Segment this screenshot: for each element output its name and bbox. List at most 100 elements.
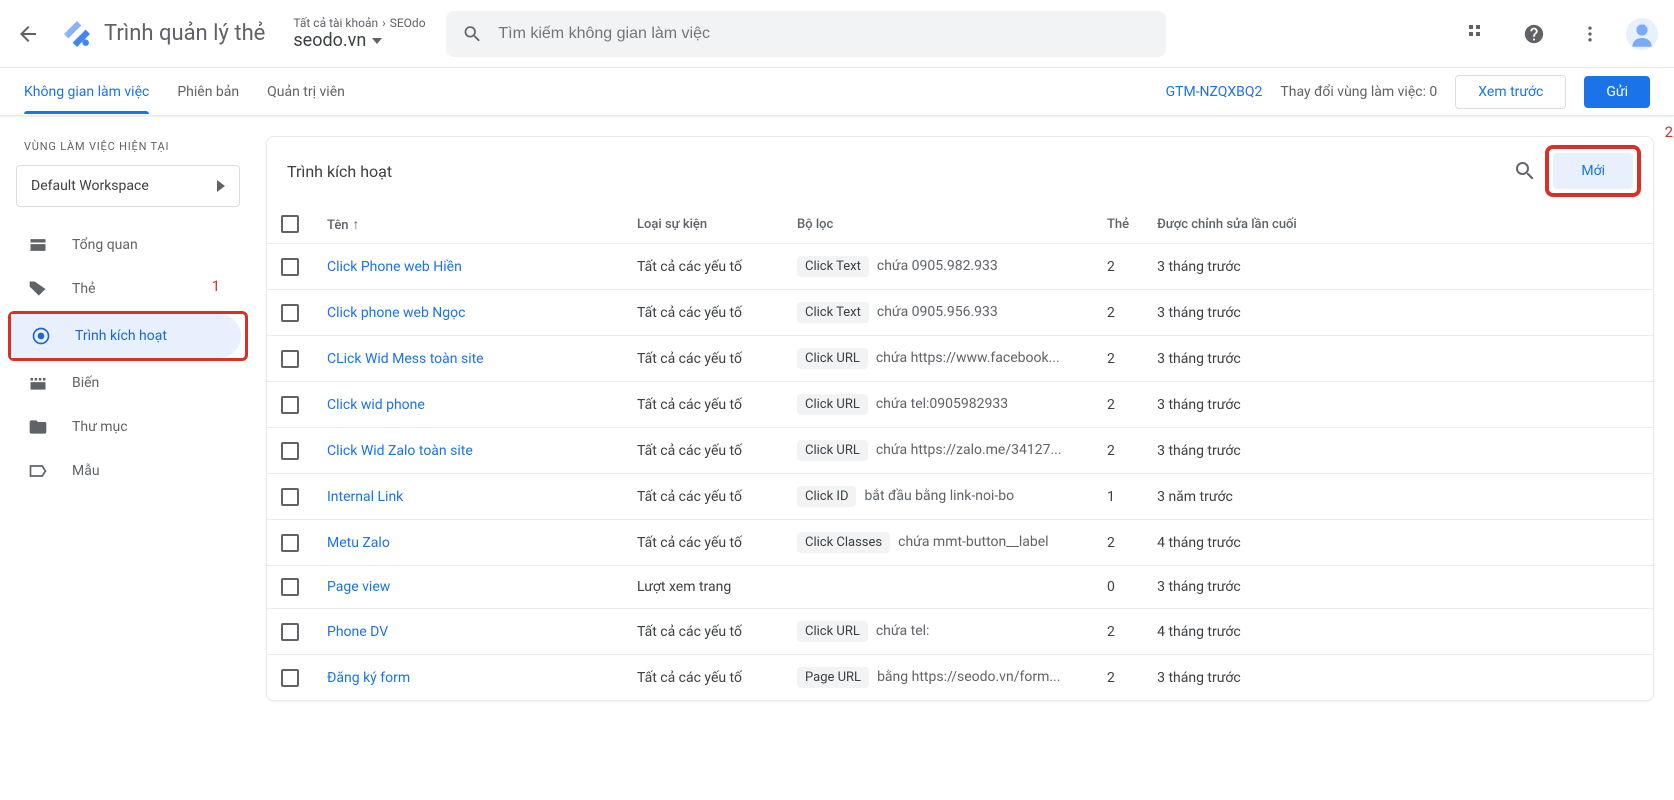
trigger-name-link[interactable]: Internal Link xyxy=(327,489,403,505)
column-name[interactable]: Tên↑ xyxy=(313,205,623,244)
column-tag[interactable]: Thẻ xyxy=(1093,205,1143,244)
new-trigger-button[interactable]: Mới xyxy=(1553,153,1633,189)
tag-count: 2 xyxy=(1093,244,1143,290)
column-filter[interactable]: Bộ lọc xyxy=(783,205,1093,244)
tag-icon xyxy=(28,279,48,299)
filter-text: chứa mmt-button__label xyxy=(898,534,1048,550)
row-checkbox[interactable] xyxy=(281,669,299,687)
event-type: Tất cả các yếu tố xyxy=(623,244,783,290)
select-all-checkbox[interactable] xyxy=(281,215,299,233)
table-row[interactable]: CLick Wid Mess toàn siteTất cả các yếu t… xyxy=(267,336,1653,382)
trigger-name-link[interactable]: Click Wid Zalo toàn site xyxy=(327,443,473,459)
tag-count: 2 xyxy=(1093,655,1143,701)
search-input[interactable] xyxy=(498,25,1149,43)
sidebar-item-label: Trình kích hoạt xyxy=(75,328,167,344)
sidebar-item-templates[interactable]: Mẫu xyxy=(8,449,248,493)
filter-chip: Click ID xyxy=(797,486,856,507)
column-event[interactable]: Loại sự kiện xyxy=(623,205,783,244)
search-bar[interactable] xyxy=(446,11,1166,57)
table-row[interactable]: Metu Zalo Tất cả các yếu tố Click Classes c… xyxy=(267,520,1653,566)
back-arrow-icon[interactable] xyxy=(16,22,40,46)
workspace-changes-label: Thay đổi vùng làm việc: 0 xyxy=(1280,84,1437,100)
annotation-label-1: 1 xyxy=(212,277,220,295)
trigger-name-link[interactable]: Đăng ký form xyxy=(327,670,410,686)
tag-count: 0 xyxy=(1093,566,1143,609)
sidebar-item-folders[interactable]: Thư mục xyxy=(8,405,248,449)
trigger-name-link[interactable]: Click phone web Ngọc xyxy=(327,305,465,321)
sort-arrow-icon: ↑ xyxy=(353,217,360,233)
modified-date: 4 tháng trước xyxy=(1143,520,1653,566)
column-modified[interactable]: Được chỉnh sửa lần cuối xyxy=(1143,205,1653,244)
help-icon[interactable] xyxy=(1514,14,1554,54)
overview-icon xyxy=(28,235,48,255)
breadcrumb-accounts[interactable]: Tất cả tài khoản xyxy=(293,16,378,30)
tag-count: 1 xyxy=(1093,474,1143,520)
table-row[interactable]: Page viewLượt xem trang03 tháng trước xyxy=(267,566,1653,609)
row-checkbox[interactable] xyxy=(281,488,299,506)
more-icon[interactable] xyxy=(1570,14,1610,54)
submit-button[interactable]: Gửi xyxy=(1584,76,1650,108)
filter-text: bắt đầu bằng link-noi-bo xyxy=(864,488,1014,504)
table-row[interactable]: Click wid phoneTất cả các yếu tốClick UR… xyxy=(267,382,1653,428)
event-type: Tất cả các yếu tố xyxy=(623,520,783,566)
trigger-name-link[interactable]: Page view xyxy=(327,579,390,595)
filter-chip: Click Classes xyxy=(797,532,890,553)
sidebar-item-variables[interactable]: Biến xyxy=(8,361,248,405)
filter-text: bằng https://seodo.vn/form... xyxy=(877,669,1060,685)
table-row[interactable]: Click Wid Zalo toàn site Tất cả các yếu t… xyxy=(267,428,1653,474)
tab-workspace[interactable]: Không gian làm việc xyxy=(24,70,149,114)
tag-count: 2 xyxy=(1093,382,1143,428)
workspace-name: Default Workspace xyxy=(31,178,149,194)
tag-count: 2 xyxy=(1093,520,1143,566)
sidebar-item-label: Tổng quan xyxy=(72,237,138,253)
row-checkbox[interactable] xyxy=(281,442,299,460)
modified-date: 3 tháng trước xyxy=(1143,566,1653,609)
event-type: Tất cả các yếu tố xyxy=(623,655,783,701)
table-row[interactable]: Internal LinkTất cả các yếu tốClick IDbắ… xyxy=(267,474,1653,520)
filter-chip: Click Text xyxy=(797,302,869,323)
filter-chip: Click URL xyxy=(797,621,868,642)
apps-icon[interactable] xyxy=(1458,14,1498,54)
sidebar-item-triggers[interactable]: Trình kích hoạt xyxy=(11,314,241,358)
modified-date: 3 năm trước xyxy=(1143,474,1653,520)
row-checkbox[interactable] xyxy=(281,396,299,414)
sidebar-item-overview[interactable]: Tổng quan xyxy=(8,223,248,267)
modified-date: 3 tháng trước xyxy=(1143,382,1653,428)
modified-date: 3 tháng trước xyxy=(1143,244,1653,290)
gtm-id-link[interactable]: GTM-NZQXBQ2 xyxy=(1166,84,1263,100)
tag-count: 2 xyxy=(1093,609,1143,655)
row-checkbox[interactable] xyxy=(281,258,299,276)
trigger-name-link[interactable]: CLick Wid Mess toàn site xyxy=(327,351,484,367)
sidebar-item-label: Biến xyxy=(72,375,99,391)
row-checkbox[interactable] xyxy=(281,350,299,368)
triggers-table: Tên↑ Loại sự kiện Bộ lọc Thẻ Được chỉnh … xyxy=(267,205,1653,700)
table-row[interactable]: Click Phone web HiềnTất cả các yếu tốCli… xyxy=(267,244,1653,290)
container-selector[interactable]: seodo.vn xyxy=(293,30,425,51)
breadcrumb: Tất cả tài khoản › SEOdo seodo.vn xyxy=(293,16,425,51)
sidebar-item-label: Mẫu xyxy=(72,463,100,479)
tab-admin[interactable]: Quản trị viên xyxy=(267,70,345,114)
filter-text: chứa 0905.956.933 xyxy=(877,304,998,320)
row-checkbox[interactable] xyxy=(281,304,299,322)
trigger-name-link[interactable]: Metu Zalo xyxy=(327,535,390,551)
table-row[interactable]: Click phone web NgọcTất cả các yếu tốCli… xyxy=(267,290,1653,336)
table-row[interactable]: Đăng ký formTất cả các yếu tốPage URLbằn… xyxy=(267,655,1653,701)
row-checkbox[interactable] xyxy=(281,534,299,552)
card-search-icon[interactable] xyxy=(1513,159,1537,183)
row-checkbox[interactable] xyxy=(281,623,299,641)
annotation-label-2: 2 xyxy=(1665,123,1673,141)
preview-button[interactable]: Xem trước xyxy=(1455,75,1566,109)
modified-date: 3 tháng trước xyxy=(1143,655,1653,701)
trigger-name-link[interactable]: Phone DV xyxy=(327,624,388,640)
event-type: Tất cả các yếu tố xyxy=(623,428,783,474)
row-checkbox[interactable] xyxy=(281,578,299,596)
trigger-name-link[interactable]: Click wid phone xyxy=(327,397,425,413)
app-title: Trình quản lý thẻ xyxy=(104,21,265,46)
table-row[interactable]: Phone DVTất cả các yếu tốClick URLchứa t… xyxy=(267,609,1653,655)
workspace-selector[interactable]: Default Workspace xyxy=(16,165,240,207)
chevron-right-icon xyxy=(217,180,225,192)
container-name-label: seodo.vn xyxy=(293,30,366,51)
trigger-name-link[interactable]: Click Phone web Hiền xyxy=(327,259,462,275)
tab-versions[interactable]: Phiên bản xyxy=(177,70,239,114)
avatar[interactable] xyxy=(1626,18,1658,50)
